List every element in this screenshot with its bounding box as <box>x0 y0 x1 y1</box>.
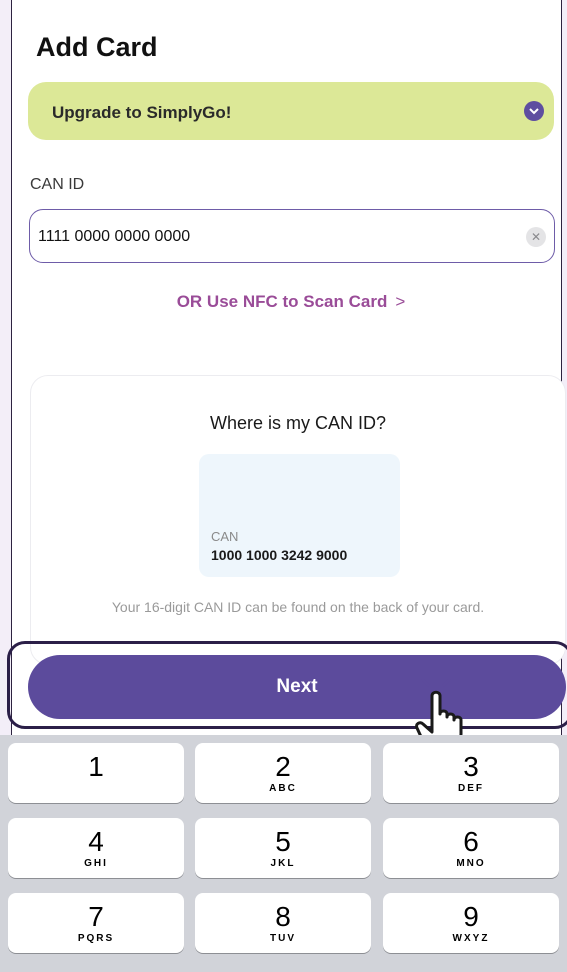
nfc-link-label: OR Use NFC to Scan Card <box>176 292 388 311</box>
key-letters: DEF <box>458 783 484 794</box>
can-id-value[interactable]: 1111 0000 0000 0000 <box>38 228 190 246</box>
key-digit: 8 <box>275 901 291 932</box>
nfc-scan-link[interactable]: OR Use NFC to Scan Card > <box>0 292 567 312</box>
can-help-card: Where is my CAN ID? CAN 1000 1000 3242 9… <box>30 375 566 665</box>
key-letters: JKL <box>270 858 296 869</box>
key-6[interactable]: 6 MNO <box>383 818 559 878</box>
key-letters: WXYZ <box>452 933 490 944</box>
card-illustration: CAN 1000 1000 3242 9000 <box>199 454 400 577</box>
numeric-keypad: 1 2 ABC 3 DEF 4 GHI 5 JKL 6 MNO 7 PQRS 8… <box>0 735 567 972</box>
key-4[interactable]: 4 GHI <box>8 818 184 878</box>
clear-icon[interactable]: ✕ <box>526 227 546 247</box>
chevron-right-icon: > <box>395 292 406 311</box>
can-id-label: CAN ID <box>30 176 85 193</box>
help-caption: Your 16-digit CAN ID can be found on the… <box>111 599 485 615</box>
key-digit: 6 <box>463 826 479 857</box>
key-5[interactable]: 5 JKL <box>195 818 371 878</box>
key-7[interactable]: 7 PQRS <box>8 893 184 953</box>
key-letters: GHI <box>84 858 108 869</box>
key-digit: 9 <box>463 901 479 932</box>
key-digit: 1 <box>88 751 104 782</box>
key-digit: 5 <box>275 826 291 857</box>
key-letters: TUV <box>270 933 296 944</box>
key-letters: ABC <box>269 783 297 794</box>
key-digit: 3 <box>463 751 479 782</box>
key-9[interactable]: 9 WXYZ <box>383 893 559 953</box>
key-1[interactable]: 1 <box>8 743 184 803</box>
key-digit: 7 <box>88 901 104 932</box>
next-button[interactable]: Next <box>28 655 566 719</box>
card-can-label: CAN <box>211 529 239 544</box>
key-digit: 2 <box>275 751 291 782</box>
can-id-input[interactable]: 1111 0000 0000 0000 ✕ <box>29 209 555 263</box>
key-3[interactable]: 3 DEF <box>383 743 559 803</box>
key-2[interactable]: 2 ABC <box>195 743 371 803</box>
page-title: Add Card <box>36 32 158 62</box>
key-letters: PQRS <box>77 933 115 944</box>
upgrade-label: Upgrade to SimplyGo! <box>52 103 232 122</box>
key-8[interactable]: 8 TUV <box>195 893 371 953</box>
help-title: Where is my CAN ID? <box>209 413 387 433</box>
card-can-number: 1000 1000 3242 9000 <box>211 547 348 563</box>
upgrade-banner[interactable]: Upgrade to SimplyGo! <box>28 82 554 140</box>
chevron-down-icon[interactable] <box>524 101 544 121</box>
key-digit: 4 <box>88 826 104 857</box>
key-letters: MNO <box>456 858 486 869</box>
